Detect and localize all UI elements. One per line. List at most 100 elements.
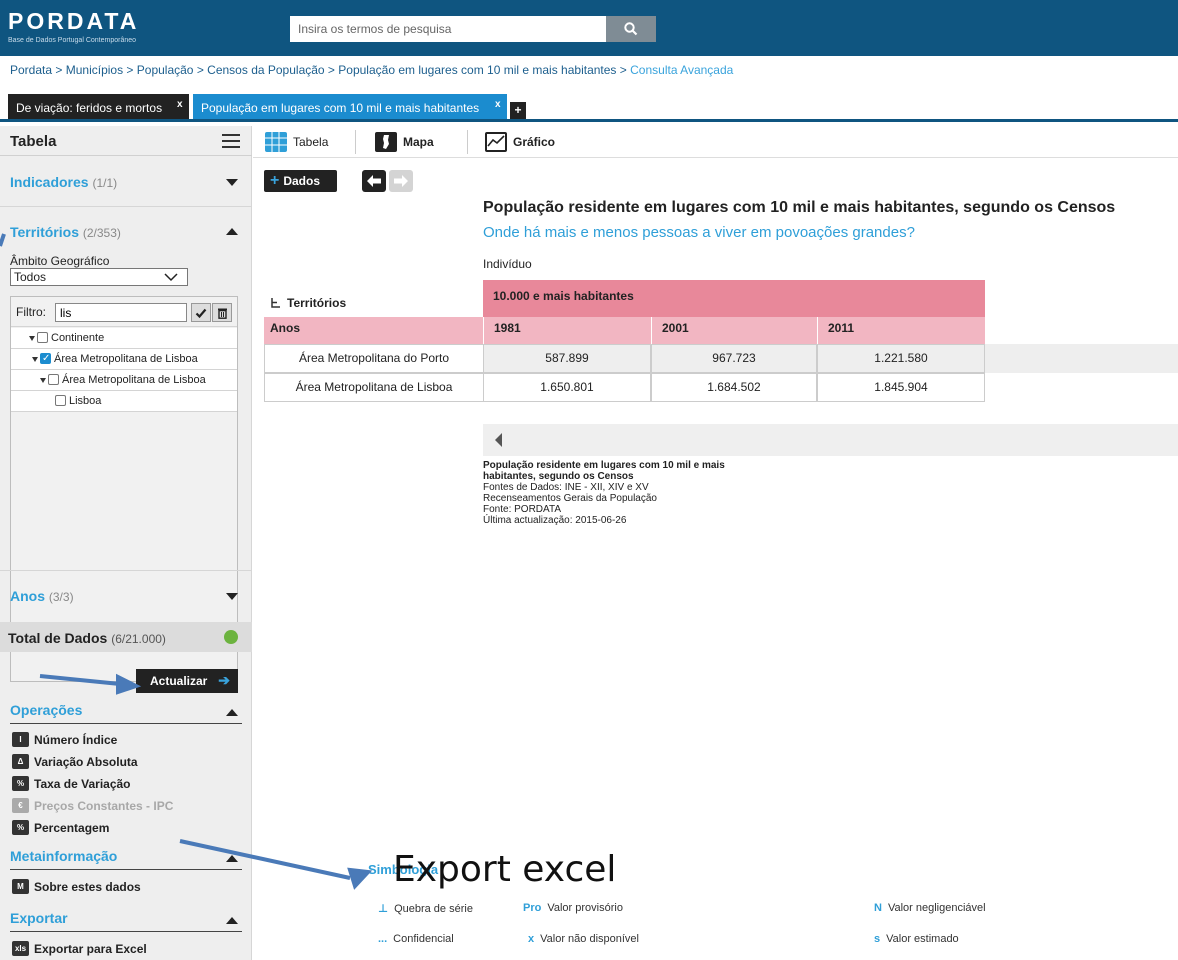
menu-icon[interactable] (222, 134, 240, 148)
update-button[interactable]: Actualizar ➔ (136, 669, 238, 693)
year-header[interactable]: 2001 (651, 317, 817, 344)
tab-close-icon[interactable]: x (495, 91, 501, 119)
section-anos[interactable]: Anos (3/3) (10, 588, 242, 604)
view-tabela-button[interactable]: Tabela (265, 131, 328, 153)
breadcrumb-link[interactable]: População (137, 63, 194, 77)
tab-populacao[interactable]: População em lugares com 10 mil e mais h… (193, 94, 507, 122)
trash-icon (217, 308, 227, 319)
caret-down-icon (226, 179, 238, 186)
breadcrumb: Pordata > Municípios > População > Censo… (10, 63, 734, 77)
divider (0, 570, 252, 571)
top-bar: PORDATA Base de Dados Portugal Contempor… (0, 0, 1178, 56)
dados-button[interactable]: + Dados (264, 170, 337, 192)
caret-up-icon (226, 228, 238, 235)
status-indicator-icon (224, 630, 238, 644)
expand-icon[interactable] (32, 356, 38, 362)
table-cell: 1.221.580 (817, 344, 985, 373)
legend-label: Confidencial (393, 933, 454, 945)
percent-icon: % (12, 820, 29, 835)
section-territorios[interactable]: Territórios (2/353) (10, 224, 242, 240)
sobre-dados-link[interactable]: M Sobre estes dados (12, 879, 141, 894)
legend-item: N Valor negligenciável (874, 902, 986, 914)
filter-apply-button[interactable] (191, 303, 211, 322)
checkbox[interactable] (48, 373, 59, 385)
filter-input[interactable] (55, 303, 187, 322)
operacoes-header[interactable]: Operações (10, 702, 242, 724)
arrow-left-icon (367, 175, 381, 187)
op-label: Variação Absoluta (34, 754, 138, 769)
legend-label: Valor provisório (547, 902, 623, 914)
op-numero-indice[interactable]: I Número Índice (12, 732, 117, 747)
source-note: População residente em lugares com 10 mi… (483, 460, 743, 526)
total-count: (6/21.000) (111, 632, 166, 646)
table-subtitle[interactable]: Onde há mais e menos pessoas a viver em … (483, 224, 915, 241)
breadcrumb-current: Consulta Avançada (630, 63, 734, 77)
op-percentagem[interactable]: % Percentagem (12, 820, 109, 835)
expand-icon[interactable] (29, 335, 35, 341)
filter-clear-button[interactable] (212, 303, 232, 322)
ambito-label: Âmbito Geográfico (10, 254, 110, 268)
checkbox[interactable] (37, 331, 48, 343)
view-switcher: Tabela Mapa Gráfico (253, 126, 1178, 158)
year-header[interactable]: 1981 (483, 317, 651, 344)
tree-item-aml-sub[interactable]: Área Metropolitana de Lisboa (11, 370, 237, 391)
metainformacao-header[interactable]: Metainformação (10, 848, 242, 870)
tab-close-icon[interactable]: x (177, 91, 183, 119)
checkbox-checked[interactable] (40, 349, 51, 369)
op-variacao-absoluta[interactable]: Δ Variação Absoluta (12, 754, 138, 769)
source-title: População residente em lugares com 10 mi… (483, 460, 725, 482)
table-cell: 1.845.904 (817, 373, 985, 402)
exportar-header[interactable]: Exportar (10, 910, 242, 932)
legend-label: Valor não disponível (540, 933, 639, 945)
export-excel-link[interactable]: xls Exportar para Excel (12, 941, 147, 956)
tree-item-aml[interactable]: Área Metropolitana de Lisboa (11, 349, 237, 370)
checkbox[interactable] (55, 394, 66, 406)
divider (0, 206, 252, 207)
pordata-logo[interactable]: PORDATA Base de Dados Portugal Contempor… (8, 8, 178, 50)
op-taxa-variacao[interactable]: % Taxa de Variação (12, 776, 131, 791)
breadcrumb-link[interactable]: Municípios (66, 63, 123, 77)
breadcrumb-link[interactable]: População em lugares com 10 mil e mais h… (338, 63, 616, 77)
filter-label: Filtro: (16, 305, 46, 319)
tree-item-label: Continente (51, 332, 105, 344)
arrow-right-icon (394, 175, 408, 187)
search-input[interactable] (290, 16, 606, 42)
section-indicadores[interactable]: Indicadores (1/1) (10, 174, 242, 190)
legend-symbol: ... (378, 933, 388, 945)
year-header[interactable]: 2011 (817, 317, 985, 344)
legend-item: s Valor estimado (874, 933, 959, 945)
export-label: Exportar para Excel (34, 941, 147, 956)
forward-button[interactable] (389, 170, 413, 192)
back-button[interactable] (362, 170, 386, 192)
row-label: Área Metropolitana do Porto (264, 344, 483, 373)
operacoes-title: Operações (10, 702, 83, 718)
horizontal-scrollbar[interactable] (483, 424, 1178, 456)
tree-item-continente[interactable]: Continente (11, 328, 237, 349)
caret-up-icon (226, 709, 238, 716)
dimension-header[interactable]: Territórios (270, 296, 346, 310)
sidebar-header: Tabela (0, 126, 252, 156)
scroll-left-icon[interactable] (495, 433, 502, 447)
add-tab-button[interactable]: + (510, 102, 526, 119)
search-button[interactable] (606, 16, 656, 42)
view-grafico-button[interactable]: Gráfico (485, 131, 555, 153)
tree-item-lisboa[interactable]: Lisboa (11, 391, 237, 412)
tab-bar: De viação: feridos e mortos x População … (0, 88, 1178, 122)
exportar-title: Exportar (10, 910, 68, 926)
ambito-value: Todos (14, 270, 47, 284)
section-count: (3/3) (48, 590, 74, 604)
op-label: Percentagem (34, 820, 110, 835)
arrow-right-icon: ➔ (218, 672, 230, 688)
legend-symbol: ⊥ (378, 903, 389, 915)
breadcrumb-link[interactable]: Censos da População (207, 63, 324, 77)
tab-viacao[interactable]: De viação: feridos e mortos x (8, 94, 189, 122)
annotation-text: Export excel (393, 849, 617, 890)
update-label: Actualizar (150, 674, 208, 688)
view-mapa-button[interactable]: Mapa (375, 131, 434, 153)
ambito-select[interactable]: Todos (10, 268, 188, 286)
expand-icon[interactable] (40, 377, 46, 383)
column-group-header: 10.000 e mais habitantes (483, 280, 985, 317)
breadcrumb-link[interactable]: Pordata (10, 63, 52, 77)
source-line: Última actualização: 2015-06-26 (483, 515, 627, 526)
tab-label: De viação: feridos e mortos (16, 101, 163, 115)
